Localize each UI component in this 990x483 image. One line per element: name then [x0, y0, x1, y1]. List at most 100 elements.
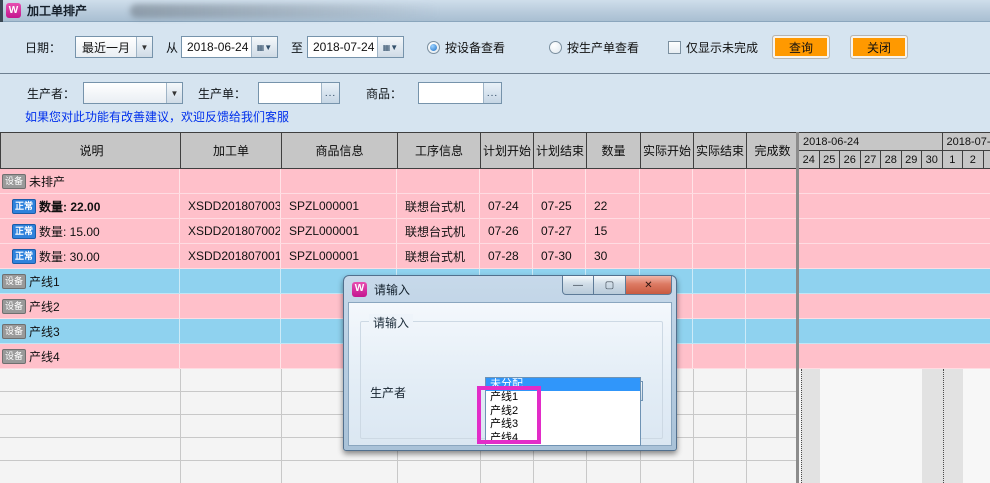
- status-badge: 正常: [12, 224, 36, 239]
- chevron-down-icon[interactable]: ▼: [136, 37, 152, 57]
- table-row[interactable]: 正常数量: 22.00 XSDD201807003/J SPZL000001 联…: [0, 194, 990, 219]
- producer-label: 生产者：: [27, 85, 75, 102]
- qty-desc: 数量: 22.00: [39, 198, 100, 215]
- app-logo-icon: W: [6, 3, 21, 18]
- table-row[interactable]: 正常数量: 15.00 XSDD201807002/J SPZL000001 联…: [0, 219, 990, 244]
- gantt-empty-area: [799, 369, 990, 483]
- filter-row-1: 日期： 最近一月 ▼ 从 2018-06-24 ▦▼ 至 2018-07-24 …: [0, 30, 990, 64]
- quantity: 22: [586, 194, 640, 218]
- plan-start: 07-28: [480, 244, 533, 268]
- title-bar: W 加工单排产: [0, 0, 990, 22]
- device-badge: 设备: [2, 324, 26, 339]
- day-header: 26: [840, 151, 861, 169]
- page-title: 加工单排产: [27, 2, 87, 19]
- radio-view-by-order[interactable]: 按生产单查看: [549, 36, 639, 58]
- device-badge: 设备: [2, 299, 26, 314]
- day-header: 24: [799, 151, 820, 169]
- chevron-down-icon[interactable]: ▼: [166, 83, 182, 103]
- producer-select[interactable]: ▼: [83, 82, 183, 104]
- weekend-shading: [801, 369, 820, 483]
- from-label: 从: [166, 39, 178, 56]
- calendar-icon[interactable]: ▦▼: [251, 37, 277, 57]
- feedback-hint-link[interactable]: 如果您对此功能有改善建议，欢迎反馈给我们客服: [25, 108, 289, 125]
- query-button[interactable]: 查询: [772, 35, 830, 59]
- separator: [0, 73, 990, 74]
- process-info: 联想台式机: [397, 194, 480, 218]
- plan-start: 07-24: [480, 194, 533, 218]
- dialog-title-bar[interactable]: W 请输入 — ▢ ✕: [344, 276, 676, 302]
- product-info: SPZL000001: [281, 194, 397, 218]
- gantt-divider: [796, 132, 799, 483]
- period-start-line: [801, 369, 802, 483]
- qty-desc: 数量: 30.00: [39, 248, 100, 265]
- close-button[interactable]: 关闭: [850, 35, 908, 59]
- device-name: 产线1: [29, 273, 60, 290]
- product-input[interactable]: [419, 83, 483, 103]
- column-header[interactable]: 数量: [587, 133, 641, 168]
- column-header[interactable]: 实际开始: [641, 133, 694, 168]
- checkbox-only-unfinished[interactable]: 仅显示未完成: [668, 36, 758, 58]
- process-info: 联想台式机: [397, 244, 480, 268]
- column-header[interactable]: 加工单: [181, 133, 282, 168]
- day-header: 2: [963, 151, 984, 169]
- column-header[interactable]: 说明: [1, 133, 181, 168]
- day-header: 29: [902, 151, 923, 169]
- device-badge: 设备: [2, 174, 26, 189]
- plan-end: 07-30: [533, 244, 586, 268]
- date-group-header: 2018-06-24: [799, 133, 943, 150]
- product-info: SPZL000001: [281, 219, 397, 243]
- quantity: 15: [586, 219, 640, 243]
- date-group-header: 2018-07-: [943, 133, 990, 150]
- device-badge: 设备: [2, 274, 26, 289]
- app-logo-icon: W: [352, 282, 367, 297]
- column-header[interactable]: 实际结束: [694, 133, 747, 168]
- maximize-button[interactable]: ▢: [594, 276, 626, 295]
- calendar-icon[interactable]: ▦▼: [377, 37, 403, 57]
- app-window: W 加工单排产 日期： 最近一月 ▼ 从 2018-06-24 ▦▼ 至 201…: [0, 0, 990, 483]
- order-input[interactable]: [259, 83, 321, 103]
- day-header: 28: [881, 151, 902, 169]
- from-date-picker[interactable]: 2018-06-24 ▦▼: [181, 36, 278, 58]
- column-header[interactable]: 计划结束: [534, 133, 587, 168]
- day-header: 30: [922, 151, 943, 169]
- dialog-title: 请输入: [374, 281, 410, 298]
- column-header[interactable]: 商品信息: [282, 133, 398, 168]
- producer-field-label: 生产者: [370, 384, 406, 401]
- day-header: 1: [943, 151, 964, 169]
- device-name: 未排产: [29, 173, 65, 190]
- day-header: 3: [984, 151, 990, 169]
- browse-orders-button[interactable]: ...: [321, 83, 339, 103]
- minimize-button[interactable]: —: [562, 276, 594, 295]
- order-no: XSDD201807001/J: [180, 244, 281, 268]
- plan-end: 07-25: [533, 194, 586, 218]
- browse-products-button[interactable]: ...: [483, 83, 501, 103]
- checkbox-icon: [668, 41, 681, 54]
- plan-start: 07-26: [480, 219, 533, 243]
- process-info: 联想台式机: [397, 219, 480, 243]
- radio-view-by-device[interactable]: 按设备查看: [427, 36, 505, 58]
- redacted-title-text: [130, 4, 440, 18]
- order-no: XSDD201807003/J: [180, 194, 281, 218]
- day-header: 25: [820, 151, 841, 169]
- close-window-button[interactable]: ✕: [626, 276, 672, 295]
- order-no: XSDD201807002/J: [180, 219, 281, 243]
- device-badge: 设备: [2, 349, 26, 364]
- status-badge: 正常: [12, 249, 36, 264]
- to-date-picker[interactable]: 2018-07-24 ▦▼: [307, 36, 404, 58]
- order-label: 生产单：: [198, 85, 246, 102]
- radio-selected-icon: [427, 41, 440, 54]
- to-label: 至: [291, 39, 303, 56]
- quantity: 30: [586, 244, 640, 268]
- window-edge: [0, 0, 3, 22]
- gantt-date-header: 2018-06-24 2018-07- 24 25 26 27 28 29 30…: [799, 132, 990, 169]
- column-header[interactable]: 计划开始: [481, 133, 534, 168]
- device-group-row[interactable]: 设备未排产: [0, 169, 990, 194]
- date-preset-select[interactable]: 最近一月 ▼: [75, 36, 153, 58]
- table-row[interactable]: 正常数量: 30.00 XSDD201807001/J SPZL000001 联…: [0, 244, 990, 269]
- radio-unselected-icon: [549, 41, 562, 54]
- column-header[interactable]: 工序信息: [398, 133, 481, 168]
- column-header[interactable]: 完成数: [747, 133, 799, 168]
- product-input-group: ...: [418, 82, 502, 104]
- product-info: SPZL000001: [281, 244, 397, 268]
- groupbox-label: 请输入: [369, 314, 413, 331]
